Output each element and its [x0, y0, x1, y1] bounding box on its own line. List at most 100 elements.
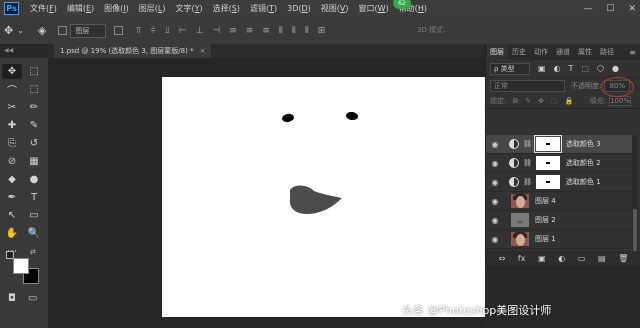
screen-mode-icon[interactable]: ▭: [28, 293, 37, 304]
menu-file[interactable]: 文件(F): [25, 3, 62, 14]
eye-icon[interactable]: ◉: [488, 159, 502, 168]
dodge-tool[interactable]: ●: [24, 172, 44, 187]
menu-image[interactable]: 图像(I): [99, 3, 134, 14]
menu-view[interactable]: 视图(V): [316, 3, 354, 14]
eye-icon[interactable]: ◉: [488, 197, 502, 206]
eye-icon[interactable]: ◉: [488, 178, 502, 187]
clone-stamp-tool[interactable]: ⎘: [2, 136, 22, 151]
auto-select-checkbox[interactable]: [58, 26, 68, 35]
fill-input[interactable]: 100%: [609, 96, 631, 106]
layer-mask-thumbnail[interactable]: [535, 156, 560, 170]
link-icon[interactable]: ⛓: [523, 140, 532, 148]
align-left-icon[interactable]: ⊢: [179, 26, 187, 36]
close-tab-icon[interactable]: ×: [200, 47, 206, 55]
link-icon[interactable]: ⛓: [523, 178, 532, 186]
distribute-right-icon[interactable]: ⦀: [305, 26, 309, 36]
close-icon[interactable]: ✕: [628, 4, 636, 14]
tab-paths[interactable]: 路径: [596, 47, 618, 57]
distribute-left-icon[interactable]: ⦀: [279, 26, 283, 36]
distribute-hcenter-icon[interactable]: ⦀: [292, 26, 296, 36]
brush-tool[interactable]: ✎: [24, 118, 44, 133]
lock-image-icon[interactable]: ✎: [525, 97, 531, 105]
lock-artboard-icon[interactable]: ⬚: [551, 97, 558, 105]
scrollbar-thumb[interactable]: [633, 209, 637, 253]
align-right-icon[interactable]: ⊣: [212, 26, 220, 36]
collapse-panel-icon[interactable]: ◀◀: [4, 47, 13, 54]
new-layer-icon[interactable]: ▤: [598, 254, 606, 263]
swap-colors-icon[interactable]: ⇄: [30, 248, 36, 256]
marquee-tool[interactable]: ⬚: [24, 64, 44, 79]
link-layers-icon[interactable]: ⇔: [499, 254, 506, 263]
blur-tool[interactable]: ◆: [2, 172, 22, 187]
document-tab[interactable]: 1.psd @ 19% (选取颜色 3, 图层蒙版/8) * ×: [54, 44, 212, 58]
distribute-bottom-icon[interactable]: ≡: [262, 26, 270, 36]
menu-select[interactable]: 选择(S): [208, 3, 245, 14]
zoom-tool[interactable]: 🔍: [24, 226, 44, 241]
minimize-icon[interactable]: —: [583, 4, 592, 14]
filter-adjustment-icon[interactable]: ◐: [554, 64, 561, 73]
layer-row[interactable]: ◉ ⛓ 选取颜色 1: [486, 173, 632, 192]
foreground-color-swatch[interactable]: [13, 258, 29, 274]
menu-filter[interactable]: 滤镜(T): [245, 3, 282, 14]
new-group-icon[interactable]: ▭: [578, 254, 586, 263]
lock-transparent-icon[interactable]: ⊠: [512, 97, 518, 105]
layer-mask-thumbnail[interactable]: [533, 135, 562, 153]
move-tool-icon[interactable]: ✥: [4, 24, 13, 37]
layer-mask-thumbnail[interactable]: [535, 175, 560, 189]
align-vcenter-icon[interactable]: ⫩: [150, 26, 155, 36]
filter-pixel-icon[interactable]: ▣: [538, 64, 546, 73]
menu-layer[interactable]: 图层(L): [134, 3, 171, 14]
menu-window[interactable]: 窗口(W): [354, 3, 394, 14]
layer-row[interactable]: ◉ 图层 4: [486, 192, 632, 211]
quick-select-tool[interactable]: ⬚: [24, 82, 44, 97]
rectangle-tool[interactable]: ▭: [24, 208, 44, 223]
filter-shape-icon[interactable]: ⬚: [581, 64, 589, 73]
filter-kind-select[interactable]: ρ 类型: [490, 62, 530, 75]
distribute-vcenter-icon[interactable]: ≡: [246, 26, 254, 36]
auto-select-dropdown[interactable]: 图层: [70, 23, 107, 38]
trash-icon[interactable]: 🗑: [618, 254, 628, 263]
lock-position-icon[interactable]: ✥: [538, 97, 544, 105]
layer-row[interactable]: ◉ 图层 1: [486, 230, 632, 249]
align-top-icon[interactable]: ⫪: [136, 26, 141, 36]
tab-layers[interactable]: 图层: [486, 44, 508, 60]
panel-menu-icon[interactable]: ≡: [629, 48, 636, 57]
history-brush-tool[interactable]: ↺: [24, 136, 44, 151]
tab-properties[interactable]: 属性: [574, 47, 596, 57]
opacity-input[interactable]: 80%: [601, 77, 635, 97]
blend-mode-select[interactable]: 正常: [490, 80, 565, 92]
menu-type[interactable]: 文字(Y): [171, 3, 208, 14]
layers-scrollbar[interactable]: [632, 135, 638, 255]
new-adjustment-icon[interactable]: ◐: [558, 254, 565, 263]
pen-tool[interactable]: ✒: [2, 190, 22, 205]
filter-smartobject-icon[interactable]: ⬡: [597, 64, 604, 73]
lasso-tool[interactable]: ⌒: [2, 82, 22, 97]
layer-target-icon[interactable]: ◈: [38, 24, 46, 37]
tab-history[interactable]: 历史: [508, 47, 530, 57]
filter-type-icon[interactable]: T: [569, 64, 574, 73]
healing-brush-tool[interactable]: ✚: [2, 118, 22, 133]
path-select-tool[interactable]: ↖: [2, 208, 22, 223]
gradient-tool[interactable]: ▦: [24, 154, 44, 169]
eyedropper-tool[interactable]: ✏: [24, 100, 44, 115]
align-hcenter-icon[interactable]: ⊥: [196, 26, 204, 36]
crop-tool[interactable]: ✂: [2, 100, 22, 115]
type-tool[interactable]: T: [24, 190, 44, 205]
eye-icon[interactable]: ◉: [488, 216, 502, 225]
eraser-tool[interactable]: ⊘: [2, 154, 22, 169]
move-tool[interactable]: ✥: [2, 64, 22, 79]
align-bottom-icon[interactable]: ⫫: [165, 26, 170, 36]
quick-mask-icon[interactable]: ◘: [8, 293, 16, 304]
layer-row[interactable]: ◉ ⛓ 选取颜色 3: [486, 135, 632, 154]
chevron-down-icon[interactable]: ⌄: [17, 26, 24, 35]
eye-icon[interactable]: ◉: [488, 235, 502, 244]
menu-edit[interactable]: 编辑(E): [62, 3, 99, 14]
maximize-icon[interactable]: ☐: [606, 4, 614, 14]
layer-row[interactable]: ◉ 图层 2: [486, 211, 632, 230]
hand-tool[interactable]: ✋: [2, 226, 22, 241]
lock-all-icon[interactable]: 🔒: [565, 97, 574, 105]
layer-row[interactable]: ◉ ⛓ 选取颜色 2: [486, 154, 632, 173]
fx-icon[interactable]: fx: [518, 254, 526, 263]
add-mask-icon[interactable]: ▣: [538, 254, 546, 263]
transform-controls-checkbox[interactable]: [114, 26, 124, 35]
